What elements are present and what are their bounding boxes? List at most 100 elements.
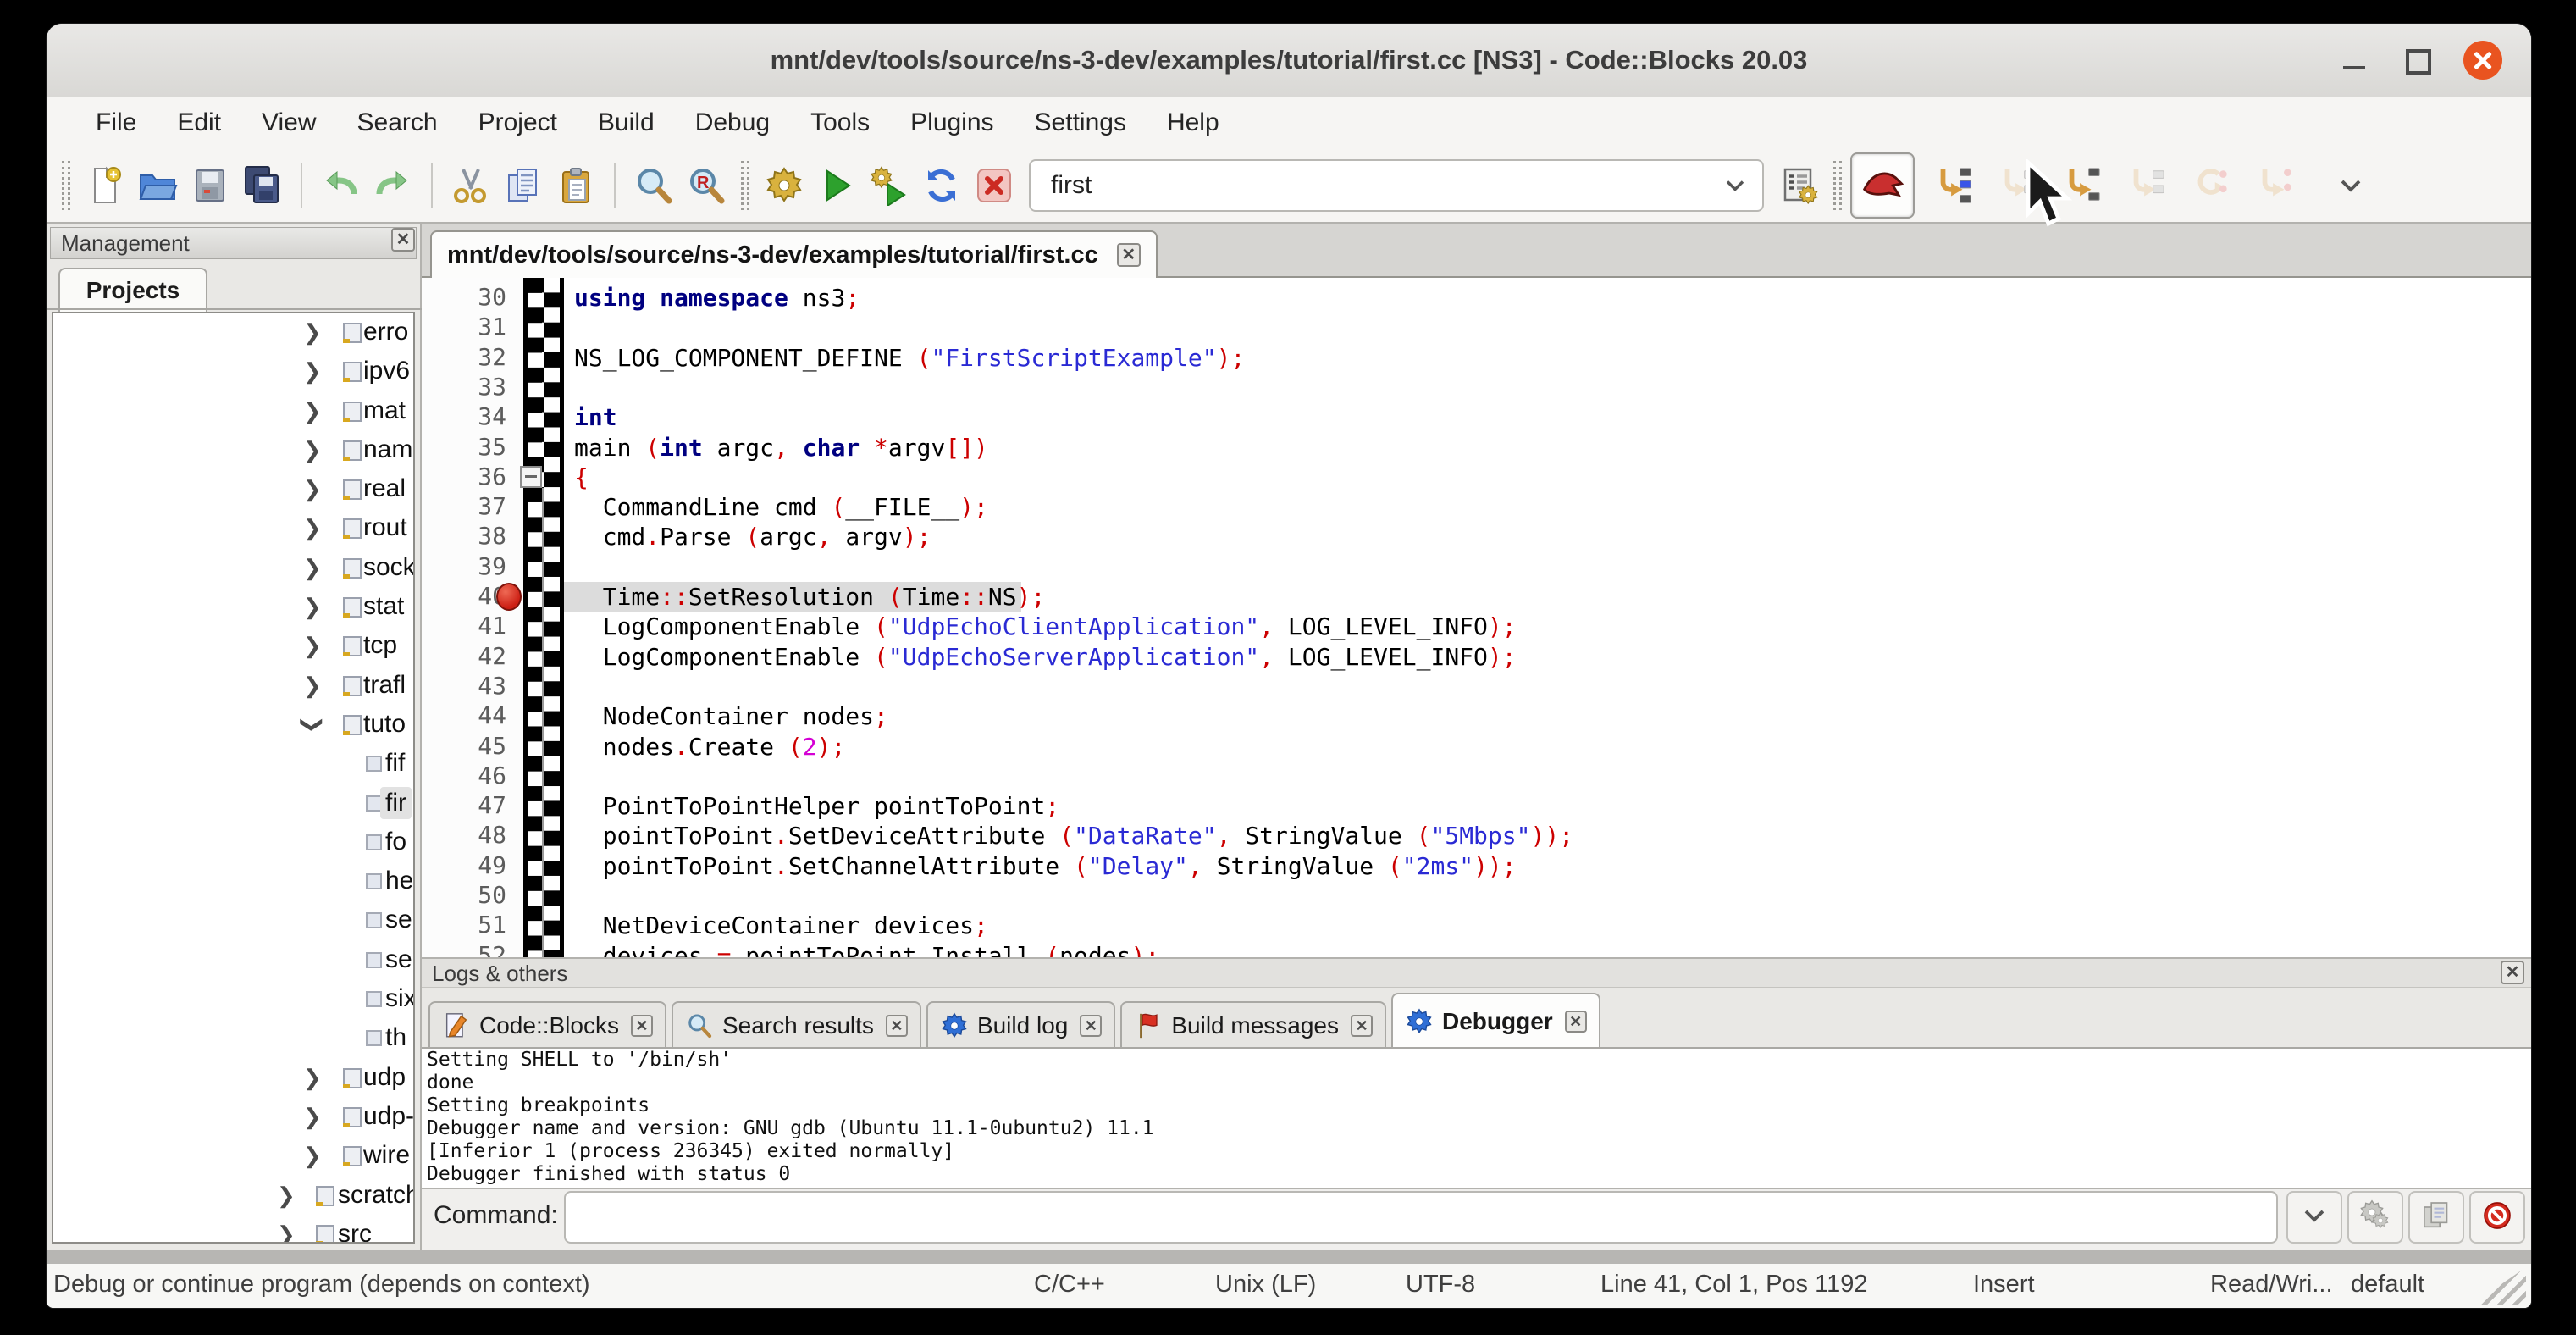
- redo-button[interactable]: [367, 159, 419, 212]
- chevron-right-icon[interactable]: ❯: [303, 358, 322, 385]
- chevron-down-icon[interactable]: ❯: [299, 716, 325, 734]
- chevron-right-icon[interactable]: ❯: [303, 319, 322, 346]
- open-folder-button[interactable]: [131, 159, 184, 212]
- tree-item-mat[interactable]: ❯mat: [53, 392, 413, 431]
- menu-settings[interactable]: Settings: [1014, 97, 1147, 149]
- tree-item-fir[interactable]: fir: [53, 784, 413, 823]
- tree-item-scratch[interactable]: ❯scratch: [53, 1177, 413, 1216]
- editor-tab[interactable]: mnt/dev/tools/source/ns-3-dev/examples/t…: [430, 230, 1158, 278]
- tree-item-udp-[interactable]: ❯udp-: [53, 1098, 413, 1137]
- find-button[interactable]: [627, 159, 680, 212]
- tab-projects[interactable]: Projects: [58, 268, 207, 312]
- tab-close-icon[interactable]: ✕: [1080, 1015, 1102, 1037]
- menu-edit[interactable]: Edit: [157, 97, 241, 149]
- chevron-right-icon[interactable]: ❯: [303, 1065, 322, 1091]
- build-button[interactable]: [758, 159, 810, 212]
- paste-button[interactable]: [550, 159, 602, 212]
- resize-grip[interactable]: [2472, 1267, 2526, 1305]
- tree-item-rout[interactable]: ❯rout: [53, 509, 413, 548]
- tree-item-se[interactable]: se: [53, 941, 413, 980]
- copy-button[interactable]: [497, 159, 550, 212]
- tree-item-ipv6[interactable]: ❯ipv6: [53, 352, 413, 391]
- chevron-right-icon[interactable]: ❯: [303, 673, 322, 699]
- logs-tab-build-log[interactable]: Build log✕: [926, 1001, 1115, 1049]
- code-editor[interactable]: 3031323334353637383940414243444546474849…: [422, 278, 2531, 957]
- chevron-right-icon[interactable]: ❯: [303, 398, 322, 424]
- tree-item-sock[interactable]: ❯sock: [53, 549, 413, 588]
- logs-tab-debugger[interactable]: Debugger✕: [1391, 993, 1600, 1049]
- run-to-cursor-button[interactable]: [2248, 159, 2301, 212]
- step-into-instruction-button[interactable]: [2184, 159, 2236, 212]
- stop-debugger-button[interactable]: [2469, 1191, 2525, 1244]
- cut-button[interactable]: [445, 159, 497, 212]
- save-all-button[interactable]: [236, 159, 289, 212]
- maximize-icon[interactable]: [2397, 41, 2436, 80]
- tab-close-icon[interactable]: ✕: [1565, 1011, 1587, 1033]
- logs-tab-search-results[interactable]: Search results✕: [672, 1001, 921, 1049]
- menu-build[interactable]: Build: [578, 97, 675, 149]
- copy-log-button[interactable]: [2408, 1191, 2464, 1244]
- chevron-right-icon[interactable]: ❯: [303, 633, 322, 659]
- menu-project[interactable]: Project: [458, 97, 578, 149]
- tree-item-real[interactable]: ❯real: [53, 470, 413, 509]
- search-options-button[interactable]: [1772, 159, 1825, 212]
- minimize-icon[interactable]: [2335, 41, 2374, 80]
- menu-plugins[interactable]: Plugins: [890, 97, 1014, 149]
- tree-item-th[interactable]: th: [53, 1019, 413, 1058]
- search-combo[interactable]: first: [1029, 159, 1764, 212]
- tree-item-fo[interactable]: fo: [53, 823, 413, 862]
- undo-button[interactable]: [314, 159, 367, 212]
- menu-tools[interactable]: Tools: [790, 97, 890, 149]
- debugger-log-output[interactable]: Setting SHELL to '/bin/sh'doneSetting br…: [422, 1049, 2531, 1189]
- tree-item-src[interactable]: ❯src: [53, 1216, 413, 1244]
- close-icon[interactable]: [2463, 41, 2502, 80]
- tree-item-nam[interactable]: ❯nam: [53, 431, 413, 470]
- debugger-settings-button[interactable]: [2347, 1191, 2403, 1244]
- menu-help[interactable]: Help: [1147, 97, 1240, 149]
- debug-continue-button[interactable]: [1850, 152, 1915, 219]
- tree-item-trafl[interactable]: ❯trafl: [53, 667, 413, 706]
- logs-tab-build-messages[interactable]: Build messages✕: [1120, 1001, 1386, 1049]
- editor-tab-close-icon[interactable]: ✕: [1117, 243, 1141, 267]
- tree-item-erro[interactable]: ❯erro: [53, 313, 413, 352]
- command-input[interactable]: [564, 1191, 2278, 1244]
- command-history-dropdown[interactable]: [2286, 1191, 2342, 1244]
- logs-tab-code-blocks[interactable]: Code::Blocks✕: [428, 1001, 666, 1049]
- chevron-right-icon[interactable]: ❯: [303, 476, 322, 502]
- save-button[interactable]: [184, 159, 236, 212]
- menu-debug[interactable]: Debug: [675, 97, 790, 149]
- chevron-right-icon[interactable]: ❯: [277, 1221, 296, 1244]
- next-line-button[interactable]: [1926, 159, 1979, 212]
- chevron-right-icon[interactable]: ❯: [303, 594, 322, 620]
- chevron-right-icon[interactable]: ❯: [277, 1183, 296, 1209]
- menu-view[interactable]: View: [241, 97, 336, 149]
- run-button[interactable]: [810, 159, 863, 212]
- management-close-icon[interactable]: ✕: [391, 228, 415, 252]
- next-instruction-button[interactable]: [2120, 159, 2172, 212]
- tree-item-tuto[interactable]: ❯tuto: [53, 706, 413, 745]
- logs-close-icon[interactable]: ✕: [2501, 961, 2524, 984]
- tree-item-wire[interactable]: ❯wire: [53, 1137, 413, 1176]
- tree-item-se[interactable]: se: [53, 901, 413, 940]
- abort-build-button[interactable]: [968, 159, 1020, 212]
- build-and-run-button[interactable]: [863, 159, 915, 212]
- fold-collapse-icon[interactable]: [520, 466, 542, 488]
- tree-item-udp[interactable]: ❯udp: [53, 1059, 413, 1098]
- tree-item-fif[interactable]: fif: [53, 745, 413, 784]
- rebuild-button[interactable]: [915, 159, 968, 212]
- chevron-right-icon[interactable]: ❯: [303, 555, 322, 581]
- panel-separator[interactable]: [47, 1250, 2531, 1264]
- tree-item-stat[interactable]: ❯stat: [53, 588, 413, 627]
- tree-item-tcp[interactable]: ❯tcp: [53, 627, 413, 666]
- tree-item-six[interactable]: six: [53, 980, 413, 1019]
- toolbar-overflow-button[interactable]: [2324, 159, 2377, 212]
- toolbar-grip[interactable]: [62, 161, 70, 210]
- title-bar[interactable]: mnt/dev/tools/source/ns-3-dev/examples/t…: [47, 24, 2531, 98]
- chevron-right-icon[interactable]: ❯: [303, 1104, 322, 1130]
- chevron-right-icon[interactable]: ❯: [303, 1143, 322, 1169]
- toolbar-grip[interactable]: [1833, 161, 1842, 210]
- menu-file[interactable]: File: [75, 97, 157, 149]
- tree-item-he[interactable]: he: [53, 862, 413, 901]
- tab-close-icon[interactable]: ✕: [631, 1015, 653, 1037]
- tab-close-icon[interactable]: ✕: [1351, 1015, 1373, 1037]
